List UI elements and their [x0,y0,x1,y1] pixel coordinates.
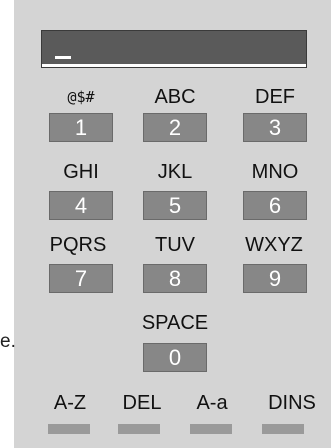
case-toggle-button[interactable] [190,424,232,434]
key-3-letters: DEF [255,86,295,108]
key-4-letters: GHI [63,161,99,183]
key-9-letters: WXYZ [245,234,303,256]
mode-a-z-button[interactable] [48,424,90,434]
key-3[interactable]: 3 [243,113,307,142]
key-9[interactable]: 9 [243,264,307,293]
key-0[interactable]: 0 [143,343,207,372]
key-5[interactable]: 5 [143,191,207,220]
key-4[interactable]: 4 [49,191,113,220]
background-text: e. [0,331,16,352]
key-7-letters: PQRS [49,234,107,256]
key-1-letters: @$# [67,88,95,106]
text-display[interactable] [41,30,307,68]
display-underline [42,64,306,67]
mode-a-z-label: A-Z [53,392,87,414]
case-toggle-label: A-a [196,392,228,414]
key-1[interactable]: 1 [49,113,113,142]
key-6[interactable]: 6 [243,191,307,220]
key-5-letters: JKL [157,161,193,183]
key-2-letters: ABC [154,86,196,108]
delete-button[interactable] [118,424,160,434]
insert-mode-button[interactable] [262,424,304,434]
key-8[interactable]: 8 [143,264,207,293]
key-6-letters: MNO [251,161,299,183]
key-8-letters: TUV [155,234,195,256]
key-7[interactable]: 7 [49,264,113,293]
delete-label: DEL [122,392,162,414]
space-label: SPACE [141,312,209,334]
key-2[interactable]: 2 [143,113,207,142]
text-cursor [55,56,71,59]
insert-mode-label: DINS [268,392,316,414]
